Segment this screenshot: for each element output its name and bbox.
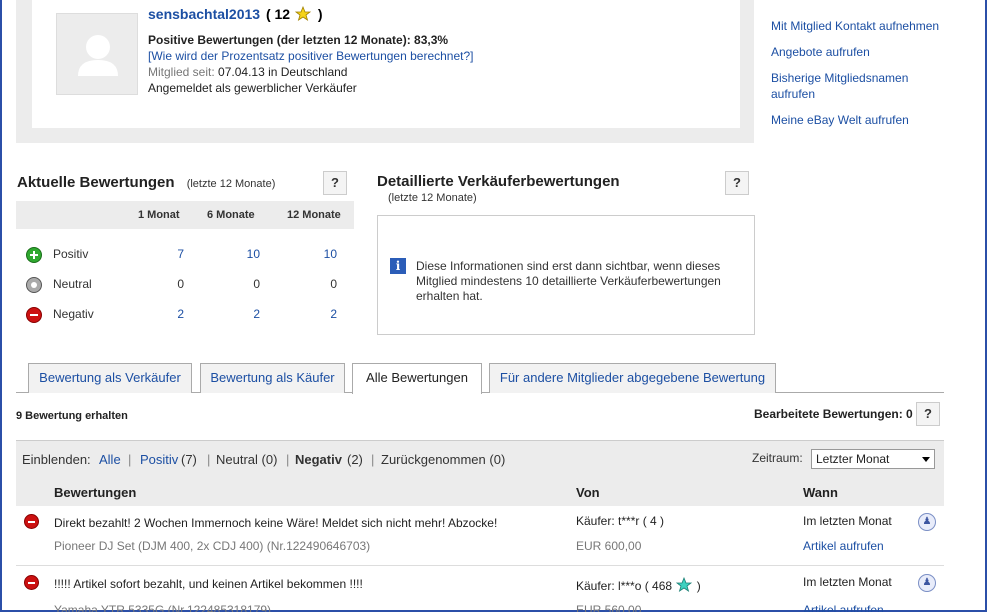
feedback-score-close: ) xyxy=(317,6,323,22)
negative-6m[interactable]: 2 xyxy=(230,307,260,321)
table-row-negative: Negativ 2 2 2 xyxy=(16,299,354,329)
positive-icon xyxy=(26,247,42,263)
calc-link[interactable]: [Wie wird der Prozentsatz positiver Bewe… xyxy=(148,49,474,63)
period-select[interactable]: Letzter Monat xyxy=(811,449,935,469)
my-ebay-world-link[interactable]: Meine eBay Welt aufrufen xyxy=(771,112,951,128)
feedback-comment: !!!!! Artikel sofort bezahlt, und keinen… xyxy=(54,577,363,591)
table-row-positive: Positiv 7 10 10 xyxy=(16,239,354,269)
info-icon: i xyxy=(390,258,406,274)
tab-as-buyer[interactable]: Bewertung als Käufer xyxy=(200,363,345,393)
view-item-link[interactable]: Artikel aufrufen xyxy=(803,603,884,612)
table-row-neutral: Neutral 0 0 0 xyxy=(16,269,354,299)
filter-bar: Einblenden: Alle | Positiv (7) | Neutral… xyxy=(16,440,944,478)
negative-icon xyxy=(26,307,42,323)
positive-rating: Positive Bewertungen (der letzten 12 Mon… xyxy=(148,33,449,47)
filter-negative: Negativ xyxy=(295,452,342,467)
detailed-ratings-box: i Diese Informationen sind erst dann sic… xyxy=(377,215,755,335)
filter-positive[interactable]: Positiv xyxy=(140,452,178,467)
people-icon[interactable]: ♟ xyxy=(918,513,936,531)
feedback-item: Yamaha YTR 5335G (Nr.122485318179) xyxy=(54,603,272,612)
contact-member-link[interactable]: Mit Mitglied Kontakt aufnehmen xyxy=(771,18,951,34)
member-since: Mitglied seit: 07.04.13 in Deutschland xyxy=(148,65,347,79)
current-feedback-table: 1 Monat 6 Monate 12 Monate Positiv 7 10 … xyxy=(16,201,354,329)
current-feedback-title: Aktuelle Bewertungen (letzte 12 Monate) xyxy=(17,174,276,191)
feedback-from: Käufer: l***o ( 468 ) xyxy=(576,577,701,593)
filter-all[interactable]: Alle xyxy=(99,452,121,467)
right-links: Mit Mitglied Kontakt aufnehmen Angebote … xyxy=(771,18,951,138)
tab-as-seller[interactable]: Bewertung als Verkäufer xyxy=(28,363,192,393)
positive-6m[interactable]: 10 xyxy=(230,247,260,261)
turquoise-star-icon xyxy=(676,577,693,592)
filter-label: Einblenden: xyxy=(22,452,91,467)
feedback-list-header: Bewertungen Von Wann xyxy=(16,478,944,506)
positive-12m[interactable]: 10 xyxy=(307,247,337,261)
feedback-price: EUR 560,00 xyxy=(576,603,642,612)
detailed-ratings-subtitle: (letzte 12 Monate) xyxy=(388,192,477,204)
feedback-comment: Direkt bezahlt! 2 Wochen Immernoch keine… xyxy=(54,516,498,530)
positive-1m[interactable]: 7 xyxy=(154,247,184,261)
seller-type: Angemeldet als gewerblicher Verkäufer xyxy=(148,81,357,95)
feedback-tabs: Bewertung als Verkäufer Bewertung als Kä… xyxy=(16,363,944,394)
list-item: Direkt bezahlt! 2 Wochen Immernoch keine… xyxy=(16,506,944,566)
tab-left-for-others[interactable]: Für andere Mitglieder abgegebene Bewertu… xyxy=(489,363,776,393)
feedback-price: EUR 600,00 xyxy=(576,539,642,553)
view-item-link[interactable]: Artikel aufrufen xyxy=(803,539,884,553)
negative-12m[interactable]: 2 xyxy=(307,307,337,321)
negative-icon xyxy=(24,514,39,529)
feedback-item: Pioneer DJ Set (DJM 400, 2x CDJ 400) (Nr… xyxy=(54,539,371,553)
chevron-down-icon xyxy=(922,457,930,462)
received-count: 9 Bewertung erhalten xyxy=(16,410,128,422)
member-since-label: Mitglied seit: xyxy=(148,65,215,79)
previous-usernames-link[interactable]: Bisherige Mitgliedsnamen aufrufen xyxy=(771,70,951,102)
feedback-when: Im letzten Monat xyxy=(803,514,892,528)
view-listings-link[interactable]: Angebote aufrufen xyxy=(771,44,951,60)
detailed-ratings-help-button[interactable]: ? xyxy=(725,171,749,195)
feedback-when: Im letzten Monat xyxy=(803,575,892,589)
avatar-placeholder-icon xyxy=(78,35,118,76)
edited-count: Bearbeitete Bewertungen: 0 xyxy=(754,407,913,421)
table-header: 1 Monat 6 Monate 12 Monate xyxy=(16,201,354,229)
filter-withdrawn: Zurückgenommen (0) xyxy=(381,452,506,467)
feedback-from: Käufer: t***r ( 4 ) xyxy=(576,514,665,528)
detailed-ratings-title: Detaillierte Verkäuferbewertungen xyxy=(377,173,620,190)
negative-icon xyxy=(24,575,39,590)
tab-all-feedback[interactable]: Alle Bewertungen xyxy=(352,363,482,394)
avatar xyxy=(56,13,138,95)
yellow-star-icon xyxy=(294,6,311,21)
filter-neutral: Neutral (0) xyxy=(216,452,278,467)
edited-help-button[interactable]: ? xyxy=(916,402,940,426)
current-feedback-help-button[interactable]: ? xyxy=(323,171,347,195)
neutral-icon xyxy=(26,277,42,293)
people-icon[interactable]: ♟ xyxy=(918,574,936,592)
member-since-value: 07.04.13 in Deutschland xyxy=(218,65,348,79)
username-link[interactable]: sensbachtal2013 xyxy=(148,6,260,22)
negative-1m[interactable]: 2 xyxy=(154,307,184,321)
period-label: Zeitraum: xyxy=(752,451,803,465)
feedback-score: ( 12 xyxy=(265,6,291,22)
list-item: !!!!! Artikel sofort bezahlt, und keinen… xyxy=(16,567,944,612)
detailed-ratings-info: Diese Informationen sind erst dann sicht… xyxy=(416,259,721,303)
username-line: sensbachtal2013 ( 12 ) xyxy=(148,6,323,22)
